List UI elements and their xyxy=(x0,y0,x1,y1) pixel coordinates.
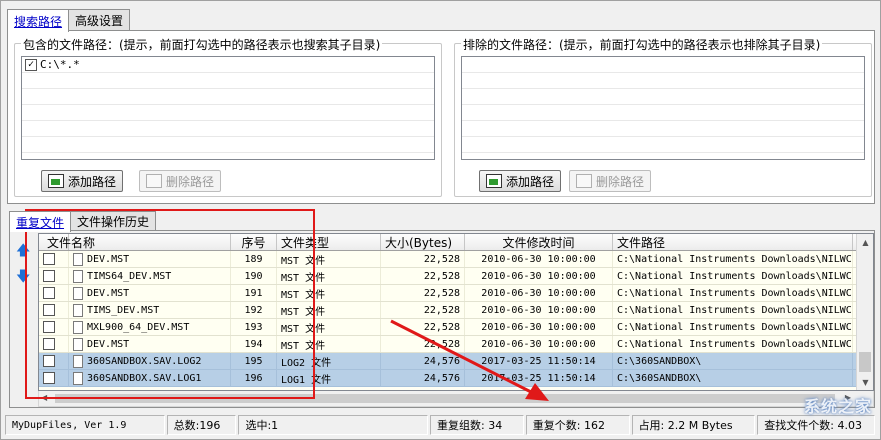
status-dup-count: 重复个数: 162 xyxy=(525,415,630,435)
include-paths-list[interactable]: ✓ C:\*.* xyxy=(21,56,435,160)
row-checkbox[interactable] xyxy=(43,321,55,333)
status-occupied: 占用: 2.2 M Bytes xyxy=(631,415,756,435)
list-item-empty xyxy=(22,137,434,153)
list-item[interactable]: ✓ C:\*.* xyxy=(22,57,434,73)
status-total: 总数:196 xyxy=(166,415,237,435)
include-paths-group: 包含的文件路径：(提示，前面打勾选中的路径表示也搜索其子目录) ✓ C:\*.*… xyxy=(14,36,442,197)
include-add-path-button[interactable]: 添加路径 xyxy=(41,170,124,192)
arrow-up-icon[interactable]: 🡅 xyxy=(16,243,30,259)
horizontal-scroll-thumb[interactable] xyxy=(55,394,835,403)
table-row[interactable]: TIMS_DEV.MST 192 MST 文件 22,528 2010-06-3… xyxy=(39,302,873,319)
include-paths-legend: 包含的文件路径：(提示，前面打勾选中的路径表示也搜索其子目录) xyxy=(21,36,383,53)
list-item-empty xyxy=(462,121,864,137)
header-index[interactable]: 序号 xyxy=(231,234,277,250)
row-checkbox[interactable] xyxy=(43,253,55,265)
watermark-text: 系统之家 xyxy=(803,397,872,416)
list-item-empty xyxy=(462,57,864,73)
header-file-name[interactable]: 文件名称 xyxy=(39,234,231,250)
table-row-selected[interactable]: 360SANDBOX.SAV.LOG2 195 LOG2 文件 24,576 2… xyxy=(39,353,873,370)
include-delete-path-button[interactable]: 删除路径 xyxy=(139,170,222,192)
add-folder-icon xyxy=(486,174,502,188)
status-selected: 选中:1 xyxy=(238,415,429,435)
exclude-paths-list[interactable] xyxy=(461,56,865,160)
list-item-empty xyxy=(22,105,434,121)
scroll-left-icon[interactable]: ◀ xyxy=(41,393,47,402)
exclude-paths-group: 排除的文件路径：(提示，前面打勾选中的路径表示也排除其子目录) 添加路径 删除路… xyxy=(454,36,872,197)
header-file-type[interactable]: 文件类型 xyxy=(277,234,381,250)
file-icon xyxy=(73,354,83,368)
status-version: MyDupFiles, Ver 1.9 xyxy=(5,415,165,435)
bottom-tab-bar: 重复文件 文件操作历史 xyxy=(9,211,157,232)
table-row-selected[interactable]: 360SANDBOX.SAV.LOG1 196 LOG1 文件 24,576 2… xyxy=(39,370,873,387)
file-icon xyxy=(73,252,83,266)
table-row[interactable]: DEV.MST 191 MST 文件 22,528 2010-06-30 10:… xyxy=(39,285,873,302)
exclude-delete-path-button[interactable]: 删除路径 xyxy=(569,170,652,192)
list-item-empty xyxy=(22,89,434,105)
row-checkbox[interactable] xyxy=(43,372,55,384)
exclude-add-path-button[interactable]: 添加路径 xyxy=(479,170,562,192)
status-found-count: 查找文件个数: 4.03 xyxy=(757,415,875,435)
list-item-empty xyxy=(462,105,864,121)
row-checkbox[interactable] xyxy=(43,338,55,350)
list-item-empty xyxy=(462,137,864,153)
horizontal-scrollbar[interactable]: ◀ ▶ xyxy=(38,391,874,407)
list-item-empty xyxy=(22,73,434,89)
header-size[interactable]: 大小(Bytes) xyxy=(381,234,465,250)
table-row[interactable]: TIMS64_DEV.MST 190 MST 文件 22,528 2010-06… xyxy=(39,268,873,285)
scroll-down-icon[interactable]: ▼ xyxy=(857,374,873,390)
delete-folder-icon xyxy=(576,174,592,188)
tab-duplicate-files[interactable]: 重复文件 xyxy=(9,211,72,232)
search-path-panel: 包含的文件路径：(提示，前面打勾选中的路径表示也搜索其子目录) ✓ C:\*.*… xyxy=(7,30,875,204)
list-item-empty xyxy=(22,121,434,137)
arrow-down-icon[interactable]: 🡇 xyxy=(16,269,30,285)
file-icon xyxy=(73,320,83,334)
tab-file-operation-history[interactable]: 文件操作历史 xyxy=(70,211,157,231)
row-checkbox[interactable] xyxy=(43,287,55,299)
vertical-scrollbar[interactable]: ▲ ▼ xyxy=(856,234,873,390)
add-folder-icon xyxy=(48,174,64,188)
include-path-text: C:\*.* xyxy=(40,58,80,71)
delete-folder-icon xyxy=(146,174,162,188)
row-checkbox[interactable] xyxy=(43,355,55,367)
list-item-empty xyxy=(462,73,864,89)
table-header: 文件名称 序号 文件类型 大小(Bytes) 文件修改时间 文件路径 xyxy=(39,234,873,251)
status-bar: MyDupFiles, Ver 1.9 总数:196 选中:1 重复组数: 34… xyxy=(5,415,877,435)
table-row[interactable]: DEV.MST 189 MST 文件 22,528 2010-06-30 10:… xyxy=(39,251,873,268)
header-mtime[interactable]: 文件修改时间 xyxy=(465,234,613,250)
table-row[interactable]: DEV.MST 194 MST 文件 22,528 2010-06-30 10:… xyxy=(39,336,873,353)
header-path[interactable]: 文件路径 xyxy=(613,234,853,250)
scroll-up-icon[interactable]: ▲ xyxy=(857,234,873,250)
app-window: 搜索路径 高级设置 包含的文件路径：(提示，前面打勾选中的路径表示也搜索其子目录… xyxy=(0,0,881,440)
duplicate-files-panel: 🡅 🡇 文件名称 序号 文件类型 大小(Bytes) 文件修改时间 文件路径 D… xyxy=(9,230,875,408)
table-row[interactable]: MXL900_64_DEV.MST 193 MST 文件 22,528 2010… xyxy=(39,319,873,336)
exclude-paths-legend: 排除的文件路径：(提示，前面打勾选中的路径表示也排除其子目录) xyxy=(461,36,823,53)
tab-advanced-settings[interactable]: 高级设置 xyxy=(68,9,131,31)
row-checkbox[interactable] xyxy=(43,270,55,282)
duplicate-files-table[interactable]: 文件名称 序号 文件类型 大小(Bytes) 文件修改时间 文件路径 DEV.M… xyxy=(38,233,874,391)
move-arrows: 🡅 🡇 xyxy=(16,243,30,295)
tab-search-path[interactable]: 搜索路径 xyxy=(7,9,70,32)
file-icon xyxy=(73,286,83,300)
file-icon xyxy=(73,303,83,317)
file-icon xyxy=(73,337,83,351)
file-icon xyxy=(73,269,83,283)
list-item-empty xyxy=(462,89,864,105)
include-path-checkbox[interactable]: ✓ xyxy=(25,58,37,71)
status-dup-groups: 重复组数: 34 xyxy=(430,415,524,435)
top-tab-bar: 搜索路径 高级设置 xyxy=(7,9,131,32)
file-icon xyxy=(73,371,83,385)
vertical-scroll-thumb[interactable] xyxy=(859,352,871,372)
row-checkbox[interactable] xyxy=(43,304,55,316)
